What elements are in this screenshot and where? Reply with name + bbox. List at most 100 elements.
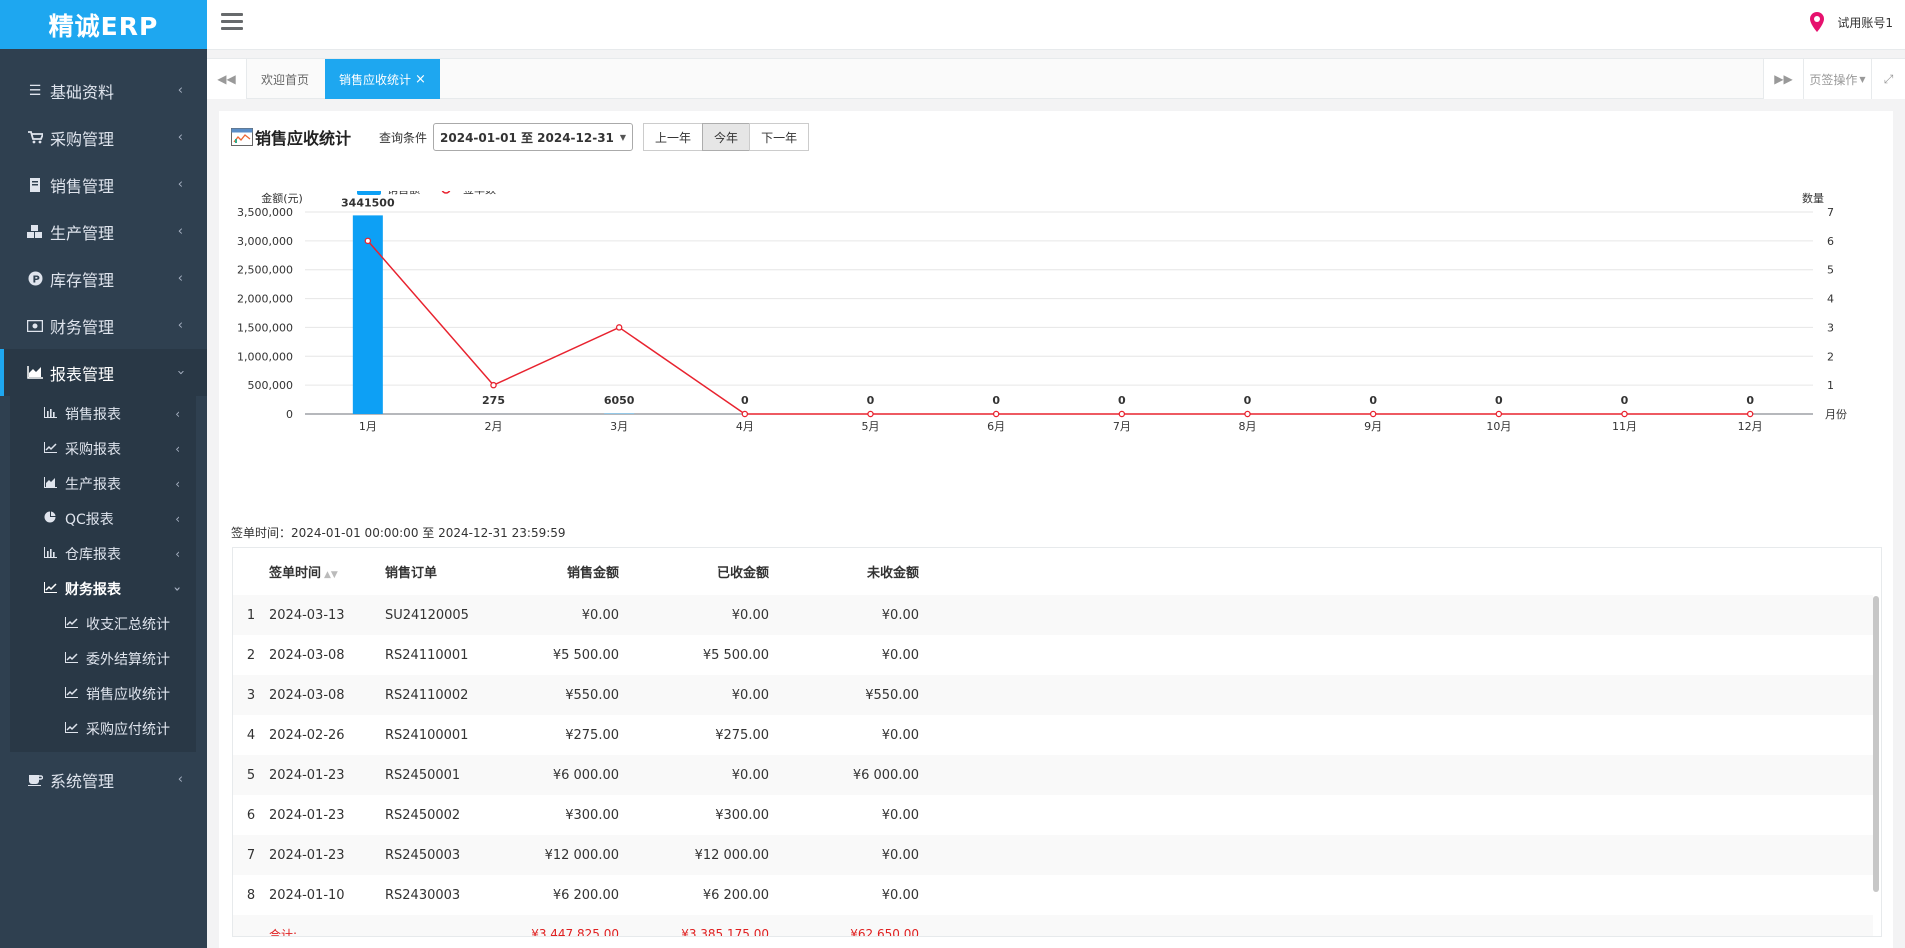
- next-year-button[interactable]: 下一年: [749, 123, 810, 151]
- subsub-item-purchase-payable[interactable]: 采购应付统计: [10, 711, 196, 746]
- subitem-label: 采购报表: [65, 441, 121, 458]
- sidebar-item-finance[interactable]: 财务管理 ‹: [0, 302, 207, 349]
- user-menu[interactable]: 试用账号1: [1809, 12, 1893, 32]
- line-point: [1746, 410, 1754, 418]
- sidebar-item-inventory[interactable]: P 库存管理 ‹: [0, 255, 207, 302]
- subitem-warehouse-report[interactable]: 仓库报表 ‹: [10, 536, 196, 571]
- bar-data-label: 0: [741, 394, 749, 407]
- line-point: [1118, 410, 1126, 418]
- sidebar-item-production[interactable]: 生产管理 ‹: [0, 208, 207, 255]
- page-title: 销售应收统计: [255, 129, 352, 148]
- prev-year-button[interactable]: 上一年: [643, 123, 704, 151]
- y2-tick-label: 2: [1827, 350, 1834, 363]
- sidebar-item-label: 生产管理: [50, 223, 115, 243]
- table-row[interactable]: 7 2024-01-23 RS2450003 ¥12 000.00 ¥12 000.00…: [233, 835, 1873, 875]
- cell-order: RS2450003: [385, 835, 505, 875]
- chevron-left-icon: ‹: [177, 130, 183, 145]
- tab-sales-receivable[interactable]: 销售应收统计 ×: [325, 59, 440, 99]
- col-order-header: 销售订单: [385, 548, 505, 595]
- cell-amount: ¥0.00: [505, 595, 619, 635]
- y2-tick-label: 3: [1827, 321, 1834, 334]
- close-icon[interactable]: ×: [415, 72, 426, 87]
- table-header-row: 签单时间 ▲▼ 销售订单 销售金额 已收金额 未收金额: [233, 548, 1873, 595]
- y-tick-label: 500,000: [248, 379, 294, 392]
- this-year-button[interactable]: 今年: [702, 123, 751, 151]
- table-row[interactable]: 3 2024-03-08 RS24110002 ¥550.00 ¥0.00 ¥550.00: [233, 675, 1873, 715]
- table-row[interactable]: 2 2024-03-08 RS24110001 ¥5 500.00 ¥5 500.00 ¥…: [233, 635, 1873, 675]
- table-row[interactable]: 8 2024-01-10 RS2430003 ¥6 200.00 ¥6 200.00 ¥0…: [233, 875, 1873, 915]
- summary-row: 合计: ¥3 447 825.00 ¥3 385 175.00 ¥62 650.00: [233, 915, 1873, 936]
- date-range-select[interactable]: 2024-01-01 至 2024-12-31 ▼: [433, 123, 634, 151]
- menu-toggle-icon[interactable]: [221, 13, 243, 33]
- fullscreen-button[interactable]: ⤢: [1871, 59, 1905, 99]
- sort-icon[interactable]: ▲▼: [324, 570, 338, 580]
- subitem-sales-report[interactable]: 销售报表 ‹: [10, 396, 196, 431]
- page-tabs-bar: ◀◀ 欢迎首页 销售应收统计 × ▶▶ 页签操作 ▼ ⤢: [207, 58, 1905, 99]
- cell-spacer: [919, 875, 1873, 915]
- tab-label: 欢迎首页: [261, 72, 310, 87]
- subitem-purchase-report[interactable]: 采购报表 ‹: [10, 431, 196, 466]
- subitem-production-report[interactable]: 生产报表 ‹: [10, 466, 196, 501]
- chevron-left-icon: ‹: [177, 318, 183, 333]
- subitem-label: 财务报表: [65, 581, 121, 598]
- cell-date: 2024-01-23: [265, 835, 385, 875]
- table-row[interactable]: 5 2024-01-23 RS2450001 ¥6 000.00 ¥0.00 ¥6 000…: [233, 755, 1873, 795]
- bar-data-label: 275: [482, 394, 505, 407]
- table-row[interactable]: 6 2024-01-23 RS2450002 ¥300.00 ¥300.00 ¥0.00: [233, 795, 1873, 835]
- sidebar-item-purchase[interactable]: 采购管理 ‹: [0, 114, 207, 161]
- bar-data-label: 0: [1244, 394, 1252, 407]
- legend-bar-swatch: [357, 183, 381, 195]
- table-row[interactable]: 4 2024-02-26 RS24100001 ¥275.00 ¥275.00 ¥0.00: [233, 715, 1873, 755]
- table-row[interactable]: 1 2024-03-13 SU24120005 ¥0.00 ¥0.00 ¥0.00: [233, 595, 1873, 635]
- area-chart-icon: [44, 476, 60, 491]
- cell-amount: ¥550.00: [505, 675, 619, 715]
- cell-spacer: [919, 635, 1873, 675]
- line-point: [364, 237, 372, 245]
- coffee-icon: [26, 773, 44, 786]
- x-tick-label: 8月: [1239, 420, 1257, 433]
- cell-order: RS2450001: [385, 755, 505, 795]
- chevron-left-icon: ‹: [175, 476, 180, 491]
- p-circle-icon: P: [26, 271, 44, 286]
- bar-data-label: 0: [1369, 394, 1377, 407]
- subsub-item-sales-receivable[interactable]: 销售应收统计: [10, 676, 196, 711]
- bar-data-label: 0: [1118, 394, 1126, 407]
- table-scrollbar[interactable]: [1873, 596, 1879, 892]
- subitem-label: 生产报表: [65, 476, 121, 493]
- x-tick-label: 10月: [1486, 420, 1511, 433]
- double-chevron-right-icon: ▶▶: [1774, 72, 1793, 86]
- cell-received: ¥300.00: [715, 807, 769, 823]
- y2-tick-label: 7: [1827, 206, 1834, 219]
- cell-amount: ¥12 000.00: [505, 835, 619, 875]
- ledger-icon: [26, 177, 44, 192]
- chevron-left-icon: ‹: [177, 772, 183, 787]
- chevron-left-icon: ‹: [177, 224, 183, 239]
- cell-order: RS2430003: [385, 887, 461, 903]
- subsub-item-outsource-settlement[interactable]: 委外结算统计: [10, 641, 196, 676]
- sidebar-item-system[interactable]: 系统管理 ‹: [0, 756, 207, 803]
- subitem-finance-report[interactable]: 财务报表 ›: [10, 571, 196, 606]
- col-spacer: [919, 548, 1873, 595]
- chevron-down-icon: ›: [170, 586, 185, 591]
- legend-line-marker: [441, 184, 451, 194]
- y-tick-label: 0: [286, 408, 293, 421]
- cell-order: RS24110001: [385, 647, 469, 663]
- page-ops-dropdown[interactable]: 页签操作 ▼: [1803, 59, 1871, 99]
- sidebar-item-sales[interactable]: 销售管理 ‹: [0, 161, 207, 208]
- chevron-down-icon: ›: [172, 369, 188, 376]
- bar-data-label: 0: [1621, 394, 1629, 407]
- cell-index: 5: [233, 755, 265, 795]
- subsub-item-label: 采购应付统计: [86, 721, 170, 738]
- tabs-scroll-left-button[interactable]: ◀◀: [207, 59, 247, 99]
- line-point: [1244, 410, 1251, 418]
- sidebar-item-reports[interactable]: 报表管理 ›: [0, 349, 207, 396]
- col-date-header[interactable]: 签单时间 ▲▼: [265, 548, 385, 595]
- tabs-scroll-right-button[interactable]: ▶▶: [1763, 59, 1803, 99]
- x-tick-label: 1月: [359, 420, 377, 433]
- sidebar-item-basic-data[interactable]: ☰ 基础资料 ‹: [0, 67, 207, 114]
- tab-home[interactable]: 欢迎首页: [247, 59, 323, 99]
- subsub-item-income-summary[interactable]: 收支汇总统计: [10, 606, 196, 641]
- subitem-qc-report[interactable]: QC报表 ‹: [10, 501, 196, 536]
- chevron-left-icon: ‹: [175, 406, 180, 421]
- cell-date: 2024-01-10: [269, 887, 345, 903]
